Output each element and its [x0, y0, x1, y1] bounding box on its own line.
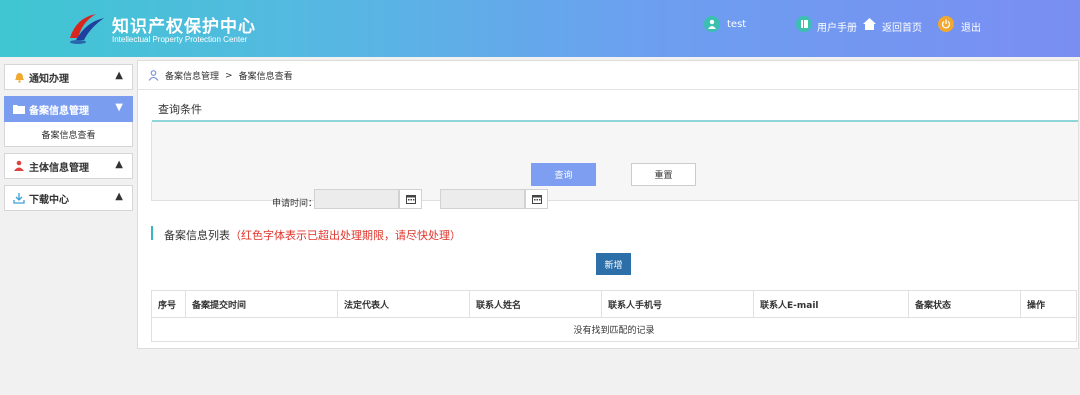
- end-date-input[interactable]: [440, 189, 525, 209]
- sidebar: 通知办理 ▲ 备案信息管理 ▼ 备案信息查看 主体信息管理 ▲ 下载中心 ▲: [4, 64, 133, 217]
- sidebar-item-download-center[interactable]: 下载中心 ▲: [4, 185, 133, 211]
- sidebar-item-subject-management[interactable]: 主体信息管理 ▲: [4, 153, 133, 179]
- chevron-up-icon[interactable]: ▲: [115, 70, 123, 81]
- column-header[interactable]: 备案状态: [908, 290, 1021, 318]
- breadcrumb: 备案信息管理 > 备案信息查看: [148, 69, 293, 82]
- chevron-up-icon[interactable]: ▲: [115, 159, 123, 170]
- sidebar-item-label: 下载中心: [29, 194, 69, 206]
- sidebar-item-notice[interactable]: 通知办理 ▲: [4, 64, 133, 90]
- people-icon: [13, 160, 25, 172]
- column-header[interactable]: 联系人E-mail: [753, 290, 909, 318]
- username[interactable]: test: [727, 19, 746, 30]
- search-button[interactable]: 查询: [531, 163, 596, 186]
- sidebar-subitem-record-view[interactable]: 备案信息查看: [4, 122, 133, 147]
- table-header-row: 序号 备案提交时间 法定代表人 联系人姓名 联系人手机号 联系人E-mail 备…: [151, 290, 1077, 318]
- column-header[interactable]: 联系人姓名: [469, 290, 602, 318]
- record-table: 序号 备案提交时间 法定代表人 联系人姓名 联系人手机号 联系人E-mail 备…: [151, 290, 1077, 342]
- logout-link[interactable]: 退出: [961, 19, 981, 34]
- add-button[interactable]: 新增: [596, 253, 631, 275]
- divider: [138, 89, 1078, 90]
- list-title-text: 备案信息列表: [164, 229, 230, 242]
- chevron-up-icon[interactable]: ▲: [115, 191, 123, 202]
- list-title: 备案信息列表（红色字体表示已超出处理期限，请尽快处理）: [164, 227, 461, 243]
- bell-icon: [13, 71, 25, 83]
- reset-button[interactable]: 重置: [631, 163, 696, 186]
- empty-message: 没有找到匹配的记录: [151, 317, 1077, 342]
- folder-icon: [13, 103, 25, 115]
- ipp-logo: [70, 14, 104, 44]
- column-header[interactable]: 联系人手机号: [601, 290, 754, 318]
- column-header[interactable]: 序号: [151, 290, 186, 318]
- list-title-accent: [151, 226, 153, 240]
- home-icon: [861, 16, 877, 32]
- book-icon: [796, 16, 812, 32]
- main-panel: 备案信息管理 > 备案信息查看 查询条件 申请时间： 至 查询 重置 备案信息列…: [137, 60, 1079, 349]
- top-header: 知识产权保护中心 Intellectual Property Protectio…: [0, 0, 1080, 57]
- table-row: 没有找到匹配的记录: [151, 317, 1077, 342]
- brand-title: 知识产权保护中心: [112, 17, 256, 37]
- sidebar-item-label: 备案信息管理: [29, 105, 89, 117]
- user-crumb-icon: [148, 70, 159, 81]
- calendar-icon[interactable]: [525, 189, 548, 209]
- start-date-input[interactable]: [314, 189, 399, 209]
- sidebar-item-record-management[interactable]: 备案信息管理 ▼: [4, 96, 133, 122]
- column-header[interactable]: 备案提交时间: [185, 290, 338, 318]
- column-header[interactable]: 操作: [1020, 290, 1077, 318]
- chevron-down-icon[interactable]: ▼: [115, 102, 123, 113]
- column-header[interactable]: 法定代表人: [337, 290, 470, 318]
- date-label: 申请时间：: [272, 199, 318, 209]
- download-icon: [13, 192, 25, 204]
- breadcrumb-level2: 备案信息查看: [238, 72, 293, 82]
- breadcrumb-level1[interactable]: 备案信息管理: [165, 69, 219, 82]
- user-manual-link[interactable]: 用户手册: [817, 19, 857, 34]
- query-section-title: 查询条件: [158, 103, 202, 116]
- home-link[interactable]: 返回首页: [882, 19, 922, 34]
- query-form: 申请时间： 至: [151, 122, 1079, 209]
- power-icon: [938, 16, 954, 32]
- calendar-icon[interactable]: [399, 189, 422, 209]
- user-icon: [704, 16, 720, 32]
- brand-subtitle: Intellectual Property Protection Center: [112, 35, 248, 44]
- list-title-note: （红色字体表示已超出处理期限，请尽快处理）: [230, 229, 461, 242]
- sidebar-item-label: 主体信息管理: [29, 162, 89, 174]
- breadcrumb-separator: >: [225, 70, 233, 81]
- sidebar-item-label: 通知办理: [29, 73, 69, 85]
